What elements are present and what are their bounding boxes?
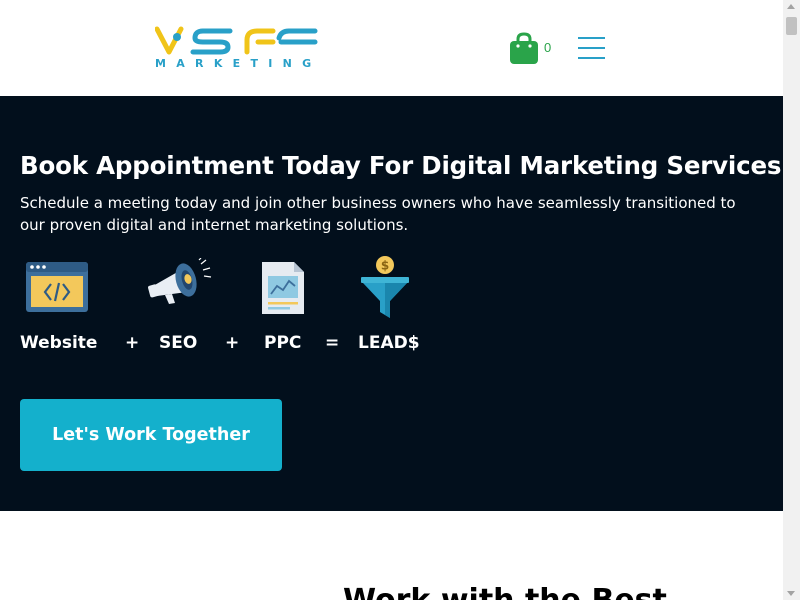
equation-ppc-label: PPC [264,333,302,353]
site-header: MARKETING 0 [0,0,783,96]
shopping-bag-icon [510,32,538,64]
website-code-icon [26,262,88,312]
logo-subtext: MARKETING [155,57,322,70]
vertical-scrollbar[interactable] [783,0,800,600]
section-heading: Work with the Best [343,583,667,600]
hero-title: Book Appointment Today For Digital Marke… [20,151,782,180]
equation-seo-label: SEO [159,333,198,353]
hamburger-menu-icon[interactable] [578,37,605,59]
equation-plus-2: + [225,333,240,353]
equation-plus-1: + [125,333,140,353]
equation-website-label: Website [20,333,98,353]
ppc-document-icon [262,262,304,314]
scroll-up-arrow-icon[interactable] [787,4,795,9]
hero-subtitle: Schedule a meeting today and join other … [20,194,736,234]
cart-button[interactable]: 0 [509,32,555,66]
funnel-dollar-icon: $ [361,256,409,318]
page: MARKETING 0 Book Appointment Today For D… [0,0,783,600]
equation-leads-label: LEAD$ [358,333,420,353]
vsf-marketing-logo[interactable]: MARKETING [155,26,325,72]
hero-section: Book Appointment Today For Digital Marke… [0,96,783,511]
svg-text:$: $ [381,259,389,273]
logo-mark [155,26,318,55]
lets-work-together-button[interactable]: Let's Work Together [20,399,282,471]
megaphone-icon [148,258,212,304]
scrollbar-thumb[interactable] [786,17,797,35]
scroll-down-arrow-icon[interactable] [787,591,795,596]
equation-equals: = [325,333,340,353]
cart-count: 0 [544,40,552,55]
